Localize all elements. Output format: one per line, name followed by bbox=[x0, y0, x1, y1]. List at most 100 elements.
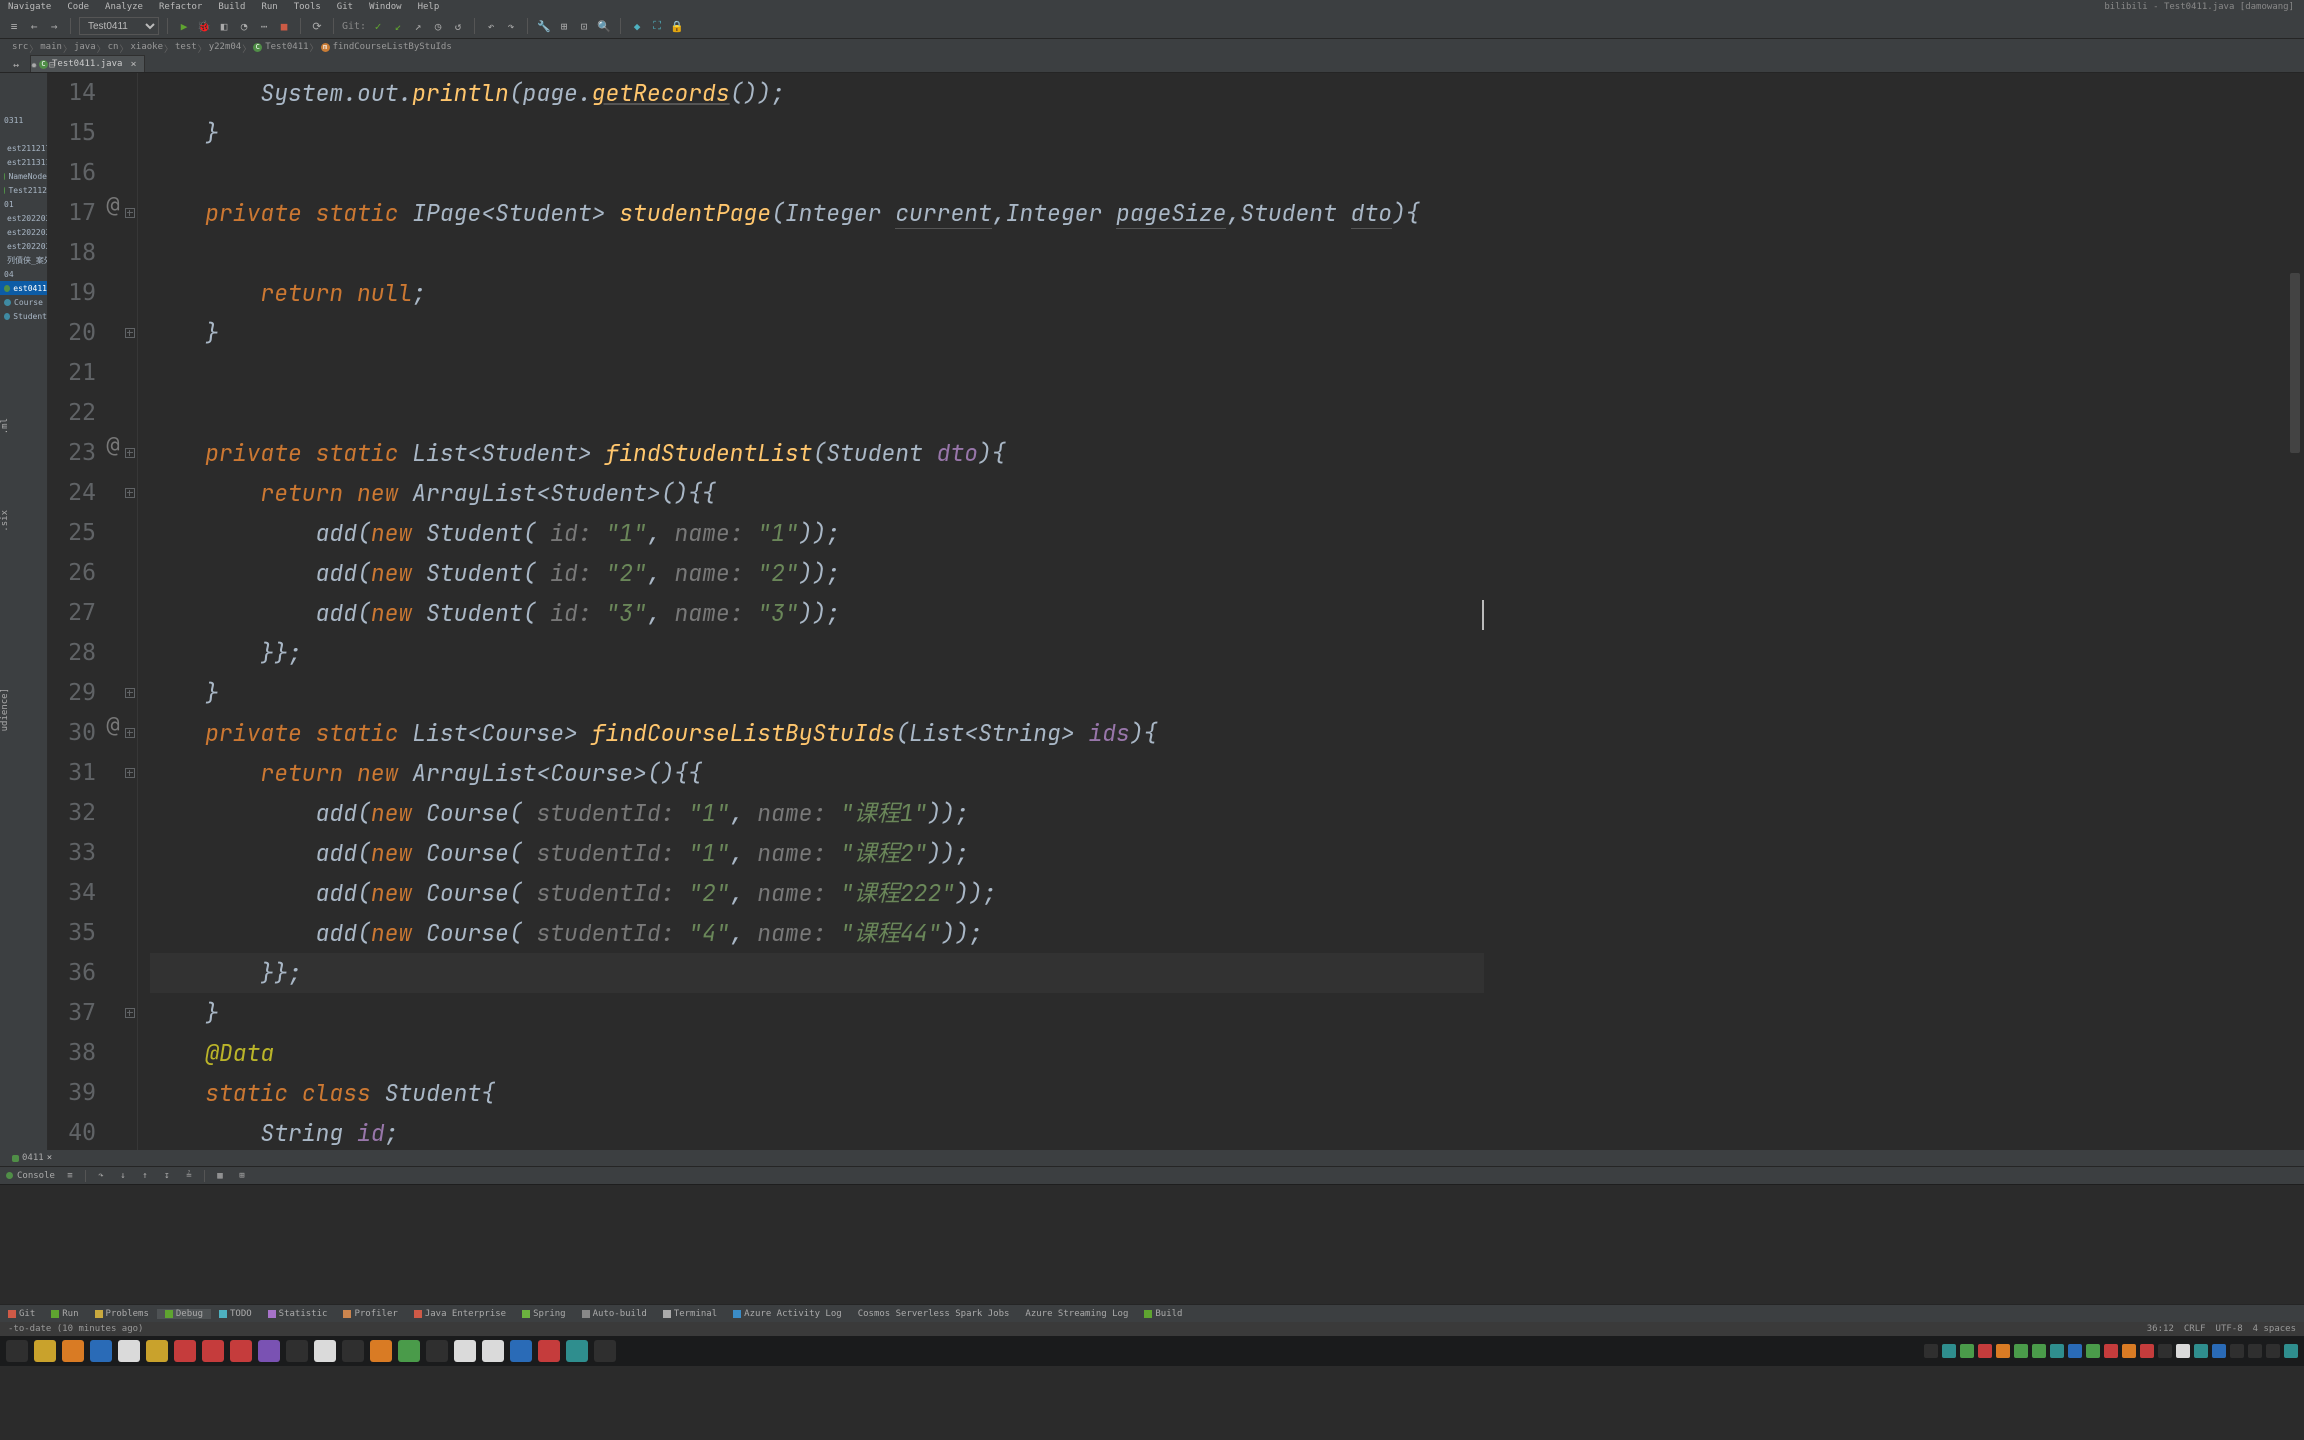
tray-icon[interactable] bbox=[2284, 1344, 2298, 1358]
taskbar-app-icon[interactable] bbox=[370, 1340, 392, 1362]
tray-icon[interactable] bbox=[2050, 1344, 2064, 1358]
tray-icon[interactable] bbox=[2158, 1344, 2172, 1358]
code-line[interactable] bbox=[150, 353, 1484, 393]
menu-refactor[interactable]: Refactor bbox=[151, 2, 210, 12]
sidebar-six[interactable]: .six bbox=[0, 502, 10, 540]
taskbar-app-icon[interactable] bbox=[230, 1340, 252, 1362]
tab-close-icon[interactable]: × bbox=[130, 59, 136, 70]
tray-icon[interactable] bbox=[2086, 1344, 2100, 1358]
azure-icon[interactable]: ◆ bbox=[629, 18, 645, 34]
menu-code[interactable]: Code bbox=[59, 2, 97, 12]
code-line[interactable]: return new ArrayList<Course>(){{ bbox=[150, 753, 1484, 793]
run-config-select[interactable]: Test0411 bbox=[79, 17, 159, 35]
code-body[interactable]: System.out.println(page.getRecords()); }… bbox=[138, 73, 1484, 1150]
editor-scrollbar[interactable] bbox=[2290, 273, 2300, 453]
taskbar-app-icon[interactable] bbox=[314, 1340, 336, 1362]
bottom-tab-problems[interactable]: Problems bbox=[87, 1309, 157, 1319]
system-tray[interactable] bbox=[1924, 1344, 2298, 1358]
taskbar-app-icon[interactable] bbox=[482, 1340, 504, 1362]
tray-icon[interactable] bbox=[2014, 1344, 2028, 1358]
menu-navigate[interactable]: Navigate bbox=[0, 2, 59, 12]
project-item[interactable]: 列債侠_案外 bbox=[0, 253, 47, 267]
bottom-tab-java-enterprise[interactable]: Java Enterprise bbox=[406, 1309, 514, 1319]
crumb-xiaoke[interactable]: xiaoke bbox=[124, 42, 169, 52]
menu-window[interactable]: Window bbox=[361, 2, 410, 12]
tray-icon[interactable] bbox=[2230, 1344, 2244, 1358]
project-item[interactable]: 0311 bbox=[0, 113, 47, 127]
frames-icon[interactable]: ▦ bbox=[213, 1169, 227, 1183]
search-icon[interactable]: 🔍 bbox=[596, 18, 612, 34]
code-line[interactable]: String id; bbox=[150, 1113, 1484, 1153]
taskbar-app-icon[interactable] bbox=[594, 1340, 616, 1362]
tools-icon[interactable]: 🔧 bbox=[536, 18, 552, 34]
layout-icon[interactable]: ⊞ bbox=[235, 1169, 249, 1183]
crumb-src[interactable]: src bbox=[6, 42, 34, 52]
crumb-file[interactable]: C Test0411 bbox=[247, 42, 314, 52]
crumb-main[interactable]: main bbox=[34, 42, 68, 52]
bottom-tab-run[interactable]: Run bbox=[43, 1309, 86, 1319]
threads-icon[interactable]: ≡ bbox=[63, 1169, 77, 1183]
project-item[interactable] bbox=[0, 127, 47, 141]
status-line-sep[interactable]: CRLF bbox=[2184, 1324, 2206, 1334]
bottom-tab-azure-activity-log[interactable]: Azure Activity Log bbox=[725, 1309, 850, 1319]
redo-icon[interactable]: ↷ bbox=[503, 18, 519, 34]
bottom-tab-git[interactable]: Git bbox=[0, 1309, 43, 1319]
git-update-icon[interactable]: ↗ bbox=[410, 18, 426, 34]
taskbar-app-icon[interactable] bbox=[398, 1340, 420, 1362]
run-tab-close-icon[interactable]: × bbox=[47, 1153, 52, 1163]
tray-icon[interactable] bbox=[1942, 1344, 1956, 1358]
project-item[interactable]: est0411 bbox=[0, 281, 47, 295]
code-line[interactable]: add(new Course( studentId: "1", name: "课… bbox=[150, 793, 1484, 833]
taskbar-app-icon[interactable] bbox=[342, 1340, 364, 1362]
tray-icon[interactable] bbox=[2068, 1344, 2082, 1358]
menu-build[interactable]: Build bbox=[210, 2, 253, 12]
tray-icon[interactable] bbox=[2194, 1344, 2208, 1358]
expand-icon[interactable]: ≡ bbox=[6, 18, 22, 34]
code-line[interactable] bbox=[150, 393, 1484, 433]
tray-icon[interactable] bbox=[1924, 1344, 1938, 1358]
code-line[interactable]: add(new Course( studentId: "2", name: "课… bbox=[150, 873, 1484, 913]
taskbar-app-icon[interactable] bbox=[454, 1340, 476, 1362]
project-item[interactable]: 04 bbox=[0, 267, 47, 281]
bottom-tab-spring[interactable]: Spring bbox=[514, 1309, 574, 1319]
project-item[interactable]: est211217 bbox=[0, 141, 47, 155]
bottom-tab-statistic[interactable]: Statistic bbox=[260, 1309, 336, 1319]
tray-icon[interactable] bbox=[2266, 1344, 2280, 1358]
taskbar-app-icon[interactable] bbox=[202, 1340, 224, 1362]
crumb-test[interactable]: test bbox=[169, 42, 203, 52]
taskbar-app-icon[interactable] bbox=[62, 1340, 84, 1362]
code-line[interactable] bbox=[150, 233, 1484, 273]
bottom-tab-build[interactable]: Build bbox=[1136, 1309, 1190, 1319]
code-line[interactable]: add(new Student( id: "1", name: "1")); bbox=[150, 513, 1484, 553]
taskbar-app-icon[interactable] bbox=[6, 1340, 28, 1362]
console-tab[interactable]: Console bbox=[6, 1171, 55, 1181]
code-line[interactable]: return new ArrayList<Student>(){{ bbox=[150, 473, 1484, 513]
run-coverage-icon[interactable]: ◧ bbox=[216, 18, 232, 34]
step-into-icon[interactable]: ↓ bbox=[116, 1169, 130, 1183]
crumb-method[interactable]: m findCourseListByStuIds bbox=[315, 42, 458, 52]
code-line[interactable]: }}; bbox=[150, 953, 1484, 993]
run-profile-icon[interactable]: ◔ bbox=[236, 18, 252, 34]
structure-icon[interactable]: ⊞ bbox=[556, 18, 572, 34]
git-rollback-icon[interactable]: ↺ bbox=[450, 18, 466, 34]
run-stop-icon[interactable]: ■ bbox=[276, 18, 292, 34]
tray-icon[interactable] bbox=[1996, 1344, 2010, 1358]
tray-icon[interactable] bbox=[2122, 1344, 2136, 1358]
code-line[interactable]: return null; bbox=[150, 273, 1484, 313]
evaluate-icon[interactable]: ≟ bbox=[182, 1169, 196, 1183]
code-line[interactable]: add(new Course( studentId: "1", name: "课… bbox=[150, 833, 1484, 873]
menu-help[interactable]: Help bbox=[410, 2, 448, 12]
code-line[interactable]: }}; bbox=[150, 633, 1484, 673]
taskbar-app-icon[interactable] bbox=[510, 1340, 532, 1362]
project-item[interactable]: Course bbox=[0, 295, 47, 309]
project-item[interactable]: Test2112 bbox=[0, 183, 47, 197]
project-item[interactable]: 01 bbox=[0, 197, 47, 211]
tray-icon[interactable] bbox=[2104, 1344, 2118, 1358]
code-line[interactable]: add(new Student( id: "3", name: "3")); bbox=[150, 593, 1484, 633]
code-line[interactable]: add(new Student( id: "2", name: "2")); bbox=[150, 553, 1484, 593]
status-caret-pos[interactable]: 36:12 bbox=[2147, 1324, 2174, 1334]
crumb-java[interactable]: java bbox=[68, 42, 102, 52]
tray-icon[interactable] bbox=[2176, 1344, 2190, 1358]
tray-icon[interactable] bbox=[2032, 1344, 2046, 1358]
reload-icon[interactable]: ⟳ bbox=[309, 18, 325, 34]
